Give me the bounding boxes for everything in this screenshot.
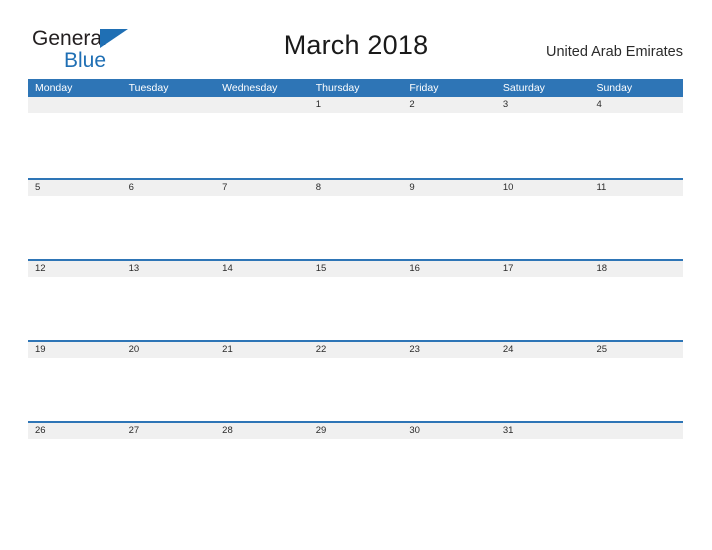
day-cell[interactable] (28, 196, 122, 259)
day-cell[interactable] (215, 358, 309, 421)
day-cell[interactable] (589, 196, 683, 259)
day-number[interactable]: 26 (28, 423, 122, 439)
weekday-friday: Friday (409, 82, 439, 94)
day-number[interactable]: 27 (122, 423, 216, 439)
day-cell[interactable] (28, 439, 122, 502)
day-number[interactable]: 17 (496, 261, 590, 277)
day-number[interactable]: 14 (215, 261, 309, 277)
day-cell[interactable] (496, 277, 590, 340)
day-number[interactable]: 1 (309, 97, 403, 113)
day-cell[interactable] (402, 358, 496, 421)
page-header: General Blue March 2018 United Arab Emir… (0, 0, 712, 72)
day-cell[interactable] (402, 439, 496, 502)
day-number[interactable]: 24 (496, 342, 590, 358)
weekday-sunday: Sunday (596, 82, 633, 94)
day-cell[interactable] (402, 277, 496, 340)
week-number-band: 26 27 28 29 30 31 (28, 423, 683, 439)
calendar-week-row: 26 27 28 29 30 31 (28, 421, 683, 502)
day-cell[interactable] (215, 277, 309, 340)
day-number[interactable]: 6 (122, 180, 216, 196)
day-number[interactable]: 30 (402, 423, 496, 439)
day-number[interactable]: 10 (496, 180, 590, 196)
calendar-page: General Blue March 2018 United Arab Emir… (0, 0, 712, 550)
day-cell[interactable] (28, 277, 122, 340)
day-number[interactable] (122, 97, 216, 113)
calendar-week-row: 12 13 14 15 16 17 18 (28, 259, 683, 340)
week-note-area (28, 196, 683, 259)
day-cell[interactable] (122, 277, 216, 340)
day-cell[interactable] (122, 113, 216, 176)
day-cell[interactable] (402, 196, 496, 259)
day-number[interactable]: 20 (122, 342, 216, 358)
weekday-thursday: Thursday (315, 82, 360, 94)
weekday-tuesday: Tuesday (128, 82, 169, 94)
day-cell[interactable] (309, 196, 403, 259)
day-cell[interactable] (496, 113, 590, 176)
day-number[interactable]: 19 (28, 342, 122, 358)
calendar-week-row: 1 2 3 4 (28, 97, 683, 178)
day-cell[interactable] (215, 113, 309, 176)
day-cell[interactable] (589, 277, 683, 340)
week-number-band: 1 2 3 4 (28, 97, 683, 113)
day-cell[interactable] (589, 439, 683, 502)
day-number[interactable]: 5 (28, 180, 122, 196)
day-cell[interactable] (215, 196, 309, 259)
calendar-table: Monday Tuesday Wednesday Thursday Friday… (28, 79, 683, 502)
day-number[interactable]: 25 (589, 342, 683, 358)
week-note-area (28, 113, 683, 176)
day-number[interactable] (28, 97, 122, 113)
day-number[interactable]: 8 (309, 180, 403, 196)
region-label: United Arab Emirates (545, 44, 683, 60)
day-cell[interactable] (309, 113, 403, 176)
day-cell[interactable] (496, 439, 590, 502)
day-cell[interactable] (496, 358, 590, 421)
week-number-band: 19 20 21 22 23 24 25 (28, 342, 683, 358)
day-number[interactable]: 3 (496, 97, 590, 113)
day-number[interactable]: 7 (215, 180, 309, 196)
day-number[interactable]: 22 (309, 342, 403, 358)
day-number[interactable]: 9 (402, 180, 496, 196)
week-note-area (28, 277, 683, 340)
day-cell[interactable] (215, 439, 309, 502)
week-note-area (28, 439, 683, 502)
weekday-saturday: Saturday (502, 82, 545, 94)
weekday-monday: Monday (35, 82, 73, 94)
weekday-wednesday: Wednesday (222, 82, 278, 94)
day-number[interactable]: 21 (215, 342, 309, 358)
day-cell[interactable] (122, 439, 216, 502)
day-cell[interactable] (28, 358, 122, 421)
day-cell[interactable] (122, 196, 216, 259)
week-note-area (28, 358, 683, 421)
day-number[interactable]: 23 (402, 342, 496, 358)
day-number[interactable]: 15 (309, 261, 403, 277)
day-number[interactable]: 4 (589, 97, 683, 113)
day-cell[interactable] (589, 113, 683, 176)
day-cell[interactable] (309, 439, 403, 502)
day-number[interactable]: 2 (402, 97, 496, 113)
weekday-header-row: Monday Tuesday Wednesday Thursday Friday… (28, 79, 683, 97)
day-cell[interactable] (309, 358, 403, 421)
day-cell[interactable] (122, 358, 216, 421)
day-number[interactable]: 16 (402, 261, 496, 277)
day-number[interactable]: 28 (215, 423, 309, 439)
day-number[interactable] (589, 423, 683, 439)
calendar-week-row: 19 20 21 22 23 24 25 (28, 340, 683, 421)
calendar-week-row: 5 6 7 8 9 10 11 (28, 178, 683, 259)
day-number[interactable] (215, 97, 309, 113)
day-cell[interactable] (589, 358, 683, 421)
day-cell[interactable] (309, 277, 403, 340)
day-number[interactable]: 31 (496, 423, 590, 439)
day-cell[interactable] (496, 196, 590, 259)
week-number-band: 5 6 7 8 9 10 11 (28, 180, 683, 196)
day-number[interactable]: 13 (122, 261, 216, 277)
day-number[interactable]: 11 (589, 180, 683, 196)
day-number[interactable]: 29 (309, 423, 403, 439)
week-number-band: 12 13 14 15 16 17 18 (28, 261, 683, 277)
day-cell[interactable] (28, 113, 122, 176)
day-number[interactable]: 12 (28, 261, 122, 277)
day-number[interactable]: 18 (589, 261, 683, 277)
day-cell[interactable] (402, 113, 496, 176)
